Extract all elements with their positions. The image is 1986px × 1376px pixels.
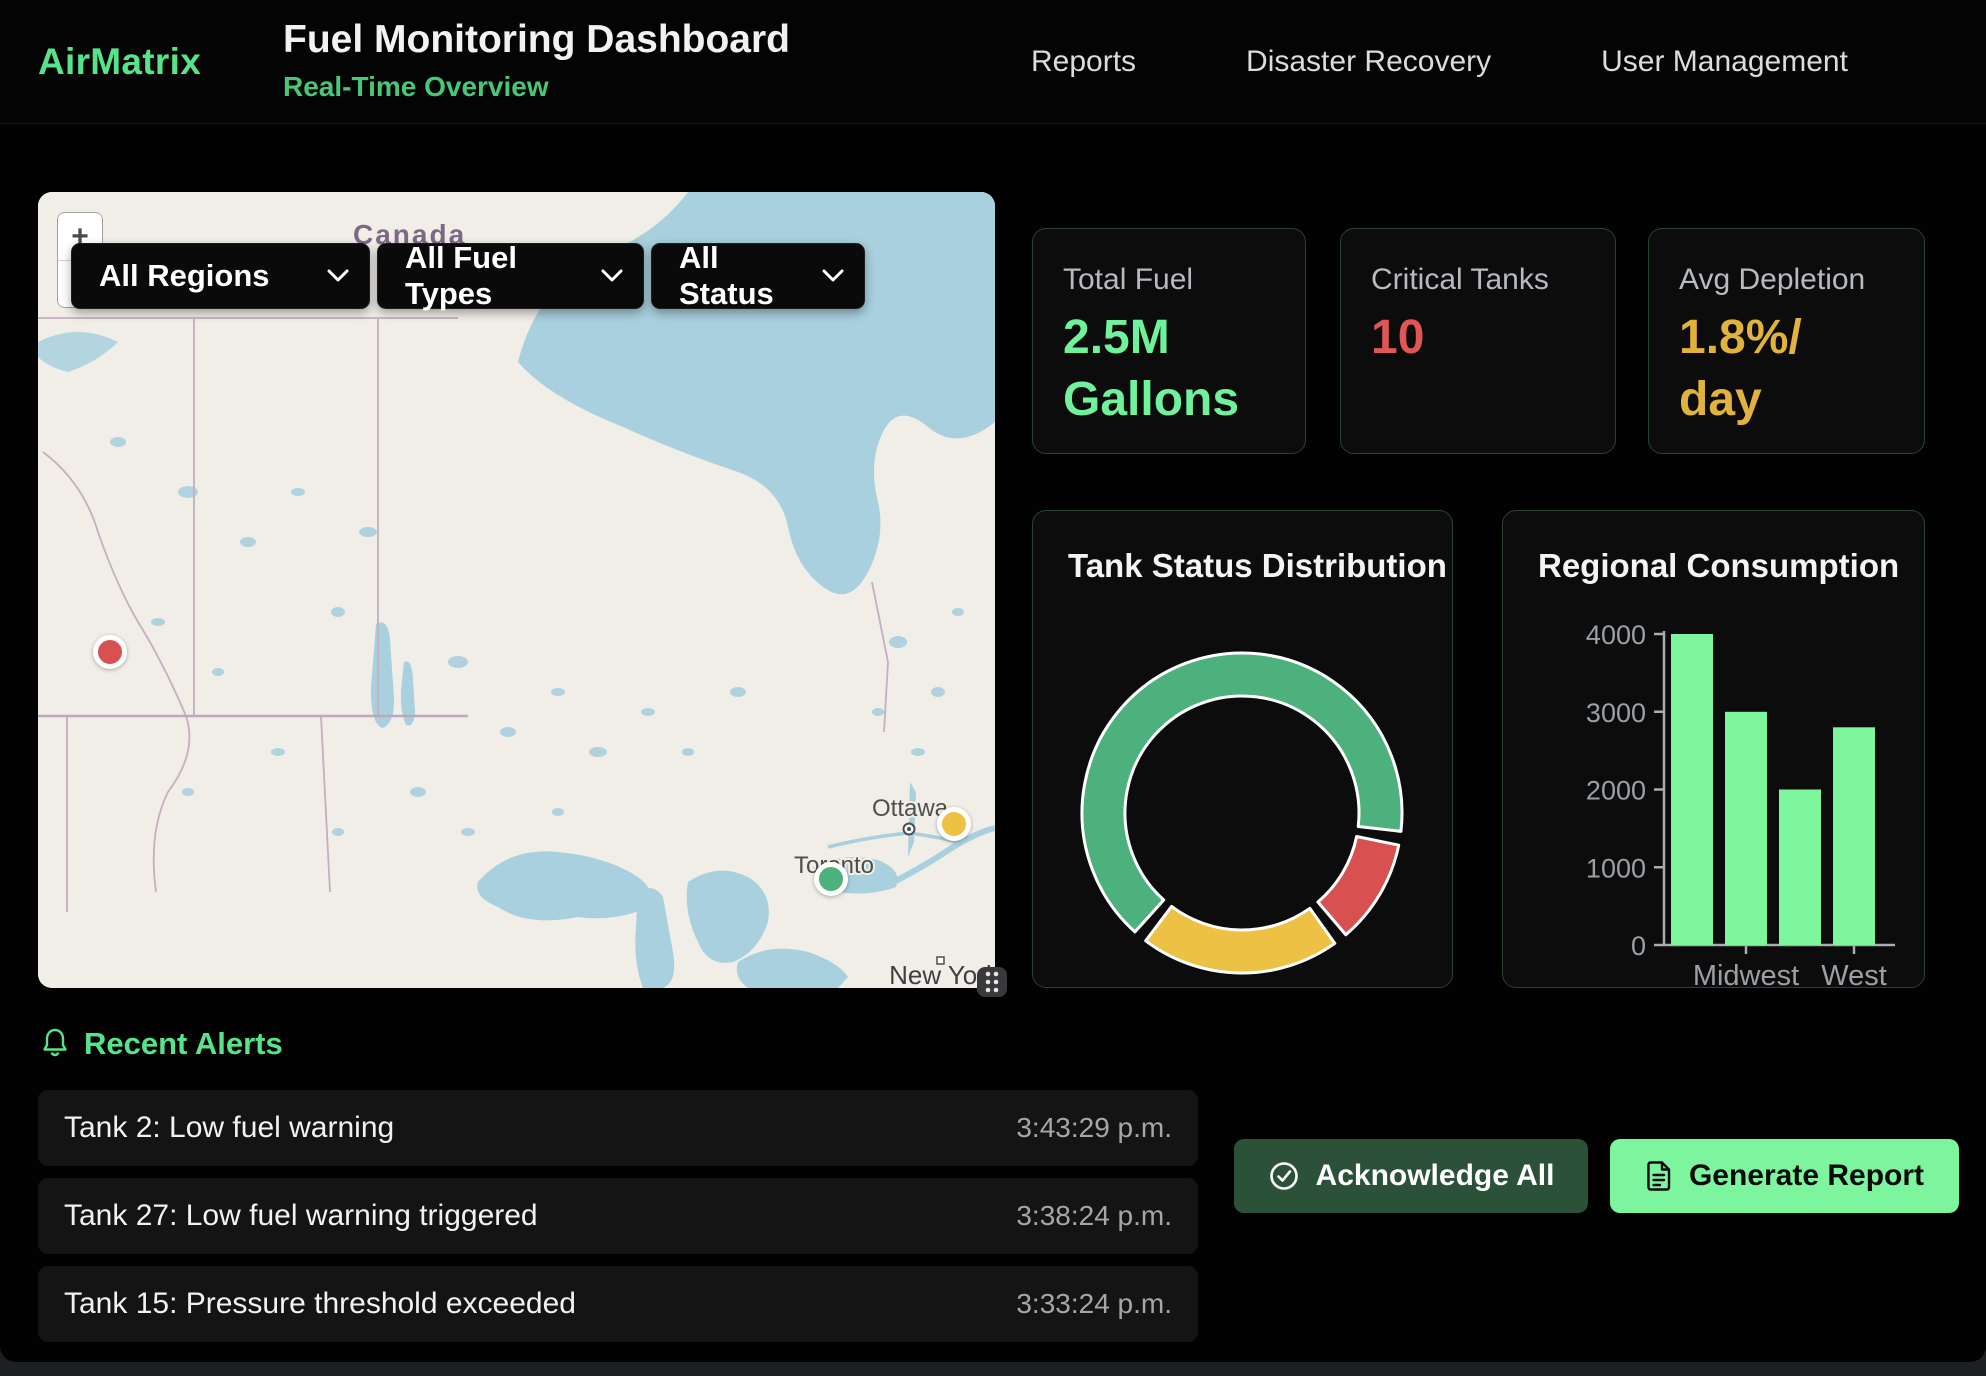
region-filter-select[interactable]: All Regions — [71, 243, 370, 309]
donut-segment-critical — [1318, 837, 1399, 935]
chevron-down-icon — [327, 269, 349, 283]
page-subtitle: Real-Time Overview — [283, 71, 790, 103]
donut-segment-warning — [1146, 906, 1335, 973]
alert-time: 3:43:29 p.m. — [1016, 1112, 1172, 1144]
stat-card-total-fuel: Total Fuel 2.5M Gallons — [1032, 228, 1306, 454]
bell-icon — [40, 1026, 70, 1060]
y-tick-label: 2000 — [1586, 776, 1646, 806]
app-logo: AirMatrix — [38, 41, 201, 83]
tank-status-donut-chart — [1033, 511, 1453, 988]
alert-message: Tank 2: Low fuel warning — [64, 1111, 394, 1145]
grip-dots-icon — [981, 969, 1003, 995]
alert-time: 3:38:24 p.m. — [1016, 1200, 1172, 1232]
map-marker-critical[interactable] — [93, 635, 127, 669]
tank-status-card: Tank Status Distribution — [1032, 510, 1453, 988]
bar — [1725, 712, 1767, 945]
dashboard-app: AirMatrix Fuel Monitoring Dashboard Real… — [0, 0, 1986, 1362]
main-nav: Reports Disaster Recovery User Managemen… — [1031, 0, 1848, 123]
nav-item-user-management[interactable]: User Management — [1601, 45, 1848, 79]
stat-value: 10 — [1371, 307, 1585, 369]
region-filter-value: All Regions — [99, 258, 270, 294]
regional-consumption-card: Regional Consumption 01000200030004000Mi… — [1502, 510, 1925, 988]
alert-message: Tank 15: Pressure threshold exceeded — [64, 1287, 576, 1321]
page-title: Fuel Monitoring Dashboard — [283, 18, 790, 62]
chevron-down-icon — [822, 269, 844, 283]
nav-item-reports[interactable]: Reports — [1031, 45, 1136, 79]
y-tick-label: 0 — [1631, 931, 1646, 961]
acknowledge-all-button[interactable]: Acknowledge All — [1234, 1139, 1588, 1213]
alert-message: Tank 27: Low fuel warning triggered — [64, 1199, 538, 1233]
stat-label: Total Fuel — [1063, 263, 1275, 297]
bar — [1671, 634, 1713, 945]
y-tick-label: 4000 — [1586, 620, 1646, 650]
alerts-section-title: Recent Alerts — [84, 1026, 283, 1062]
map-marker-normal[interactable] — [814, 862, 848, 896]
map-marker-warning[interactable] — [937, 807, 971, 841]
nav-item-disaster-recovery[interactable]: Disaster Recovery — [1246, 45, 1491, 79]
stat-value: 2.5M Gallons — [1063, 307, 1275, 431]
top-bar: AirMatrix Fuel Monitoring Dashboard Real… — [0, 0, 1986, 124]
fuel-map[interactable]: Canada Ottawa Toronto New York + − All R… — [38, 192, 995, 988]
chevron-down-icon — [601, 269, 623, 283]
generate-report-button[interactable]: Generate Report — [1610, 1139, 1959, 1213]
drag-handle[interactable] — [977, 967, 1007, 997]
y-tick-label: 1000 — [1586, 853, 1646, 883]
status-filter-value: All Status — [679, 240, 810, 312]
circle-check-icon — [1268, 1160, 1300, 1192]
alert-time: 3:33:24 p.m. — [1016, 1288, 1172, 1320]
fuel-type-filter-select[interactable]: All Fuel Types — [377, 243, 644, 309]
stat-card-critical-tanks: Critical Tanks 10 — [1340, 228, 1616, 454]
bar — [1779, 790, 1821, 946]
x-category-label: West — [1821, 960, 1887, 988]
alert-list-item[interactable]: Tank 27: Low fuel warning triggered 3:38… — [38, 1178, 1198, 1254]
stat-label: Avg Depletion — [1679, 263, 1894, 297]
map-filter-bar: All Regions All Fuel Types All Status — [71, 243, 865, 309]
stat-card-avg-depletion: Avg Depletion 1.8%/ day — [1648, 228, 1925, 454]
report-file-icon — [1645, 1160, 1673, 1192]
stat-value: 1.8%/ day — [1679, 307, 1894, 431]
alert-list-item[interactable]: Tank 15: Pressure threshold exceeded 3:3… — [38, 1266, 1198, 1342]
regional-consumption-bar-chart: 0 1000 2000 3000 4000 Midwest West — [1503, 511, 1925, 988]
stat-label: Critical Tanks — [1371, 263, 1585, 297]
bar — [1833, 727, 1875, 945]
alert-list-item[interactable]: Tank 2: Low fuel warning 3:43:29 p.m. — [38, 1090, 1198, 1166]
x-category-label: Midwest — [1693, 960, 1799, 988]
y-tick-label: 3000 — [1586, 698, 1646, 728]
title-block: Fuel Monitoring Dashboard Real-Time Over… — [283, 18, 790, 103]
fuel-type-filter-value: All Fuel Types — [405, 240, 589, 312]
status-filter-select[interactable]: All Status — [651, 243, 865, 309]
